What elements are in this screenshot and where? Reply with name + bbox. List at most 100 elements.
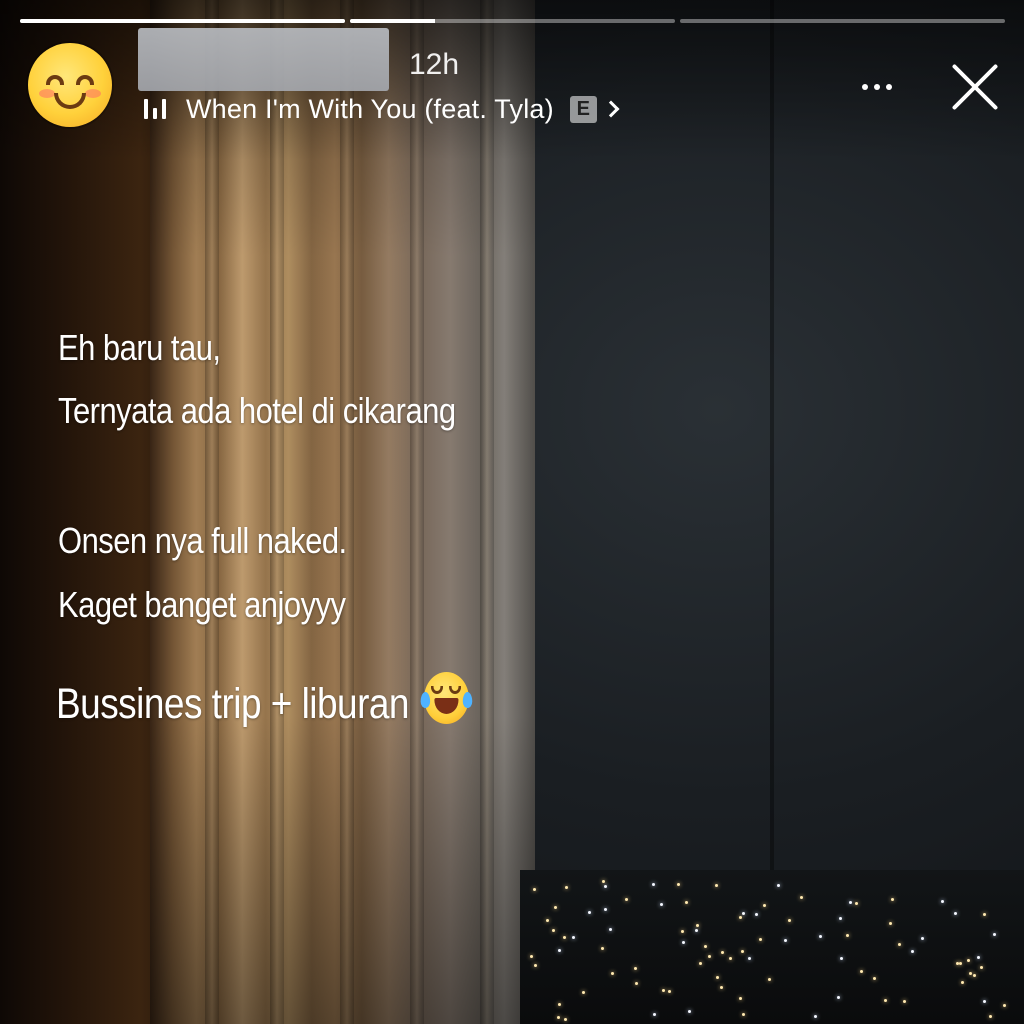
city-light [635,982,638,985]
city-light [715,884,718,887]
caption-line: Kaget banget anjoyyy [58,584,346,625]
city-light [742,1013,745,1016]
city-light [777,884,780,887]
city-light [582,991,585,994]
username-redacted[interactable] [138,28,389,91]
city-light [565,886,568,889]
city-light [604,908,607,911]
city-light [819,935,822,938]
city-light [755,913,758,916]
progress-segment [350,19,675,23]
progress-fill [20,19,345,23]
avatar-blush [85,89,101,98]
city-light [546,919,549,922]
avatar-eye [46,75,64,85]
city-light [662,989,665,992]
city-light [954,912,957,915]
city-light [708,955,711,958]
city-light [602,880,605,883]
city-light [688,1010,691,1013]
city-light [533,888,536,891]
city-light [564,1018,567,1021]
caption-line-emoji: Bussines trip + liburan [56,672,473,729]
city-light [898,943,901,946]
city-light [634,967,637,970]
city-light [839,917,842,920]
city-light [681,930,684,933]
city-light [611,972,614,975]
city-light [699,962,702,965]
city-light [1003,1004,1006,1007]
city-light [969,972,972,975]
city-light [784,939,787,942]
story-progress [20,19,1005,24]
progress-fill [350,19,435,23]
city-light [967,959,970,962]
city-light [889,922,892,925]
city-light [601,947,604,950]
city-light [695,929,698,932]
city-light [739,916,742,919]
city-light [668,990,671,993]
avatar-mouth [54,93,86,109]
city-light [604,885,607,888]
city-light [849,901,852,904]
city-light [961,981,964,984]
city-light [682,941,685,944]
city-light [660,903,663,906]
city-light [846,934,849,937]
close-button[interactable] [948,60,1002,114]
city-light [729,957,732,960]
explicit-badge: E [569,95,597,123]
city-light [530,955,533,958]
city-light [956,962,959,965]
caption-line: Eh baru tau, [58,327,221,368]
city-light [983,1000,986,1003]
city-light [837,996,840,999]
song-title: When I'm With You (feat. Tyla) [186,93,554,124]
city-light [609,928,612,931]
city-light [814,1015,817,1018]
music-sticker[interactable]: When I'm With You (feat. Tyla) E [142,92,620,126]
city-light [973,974,976,977]
city-light [748,957,751,960]
city-light [941,900,944,903]
city-light [653,1013,656,1016]
avatar[interactable] [28,43,112,127]
city-light [860,970,863,973]
city-light [741,950,744,953]
city-light [534,964,537,967]
more-horizontal-icon [886,84,892,90]
story-viewer[interactable]: 12h When I'm With You (feat. Tyla) E Eh … [0,0,1024,1024]
avatar-blush [39,89,55,98]
city-light [552,929,555,932]
caption-line: Ternyata ada hotel di cikarang [58,390,456,431]
caption-text: Bussines trip + liburan [56,680,410,728]
city-light [911,950,914,953]
more-options-button[interactable] [852,70,902,104]
city-light [716,976,719,979]
city-light [739,997,742,1000]
more-horizontal-icon [874,84,880,90]
city-light [980,966,983,969]
city-light [742,912,745,915]
city-light [800,896,803,899]
city-light [696,924,699,927]
progress-segment [680,19,1005,23]
city-light [557,1016,560,1019]
city-light [989,1015,992,1018]
city-light [677,883,680,886]
city-light [921,937,924,940]
city-light [759,938,762,941]
city-light [891,898,894,901]
city-light [840,957,843,960]
city-light [983,913,986,916]
city-light [903,1000,906,1003]
progress-segment [20,19,345,23]
city-light [652,883,655,886]
caption-line: Onsen nya full naked. [58,520,347,561]
city-light [993,933,996,936]
city-light [788,919,791,922]
avatar-eye [76,75,94,85]
equalizer-icon [142,97,176,121]
